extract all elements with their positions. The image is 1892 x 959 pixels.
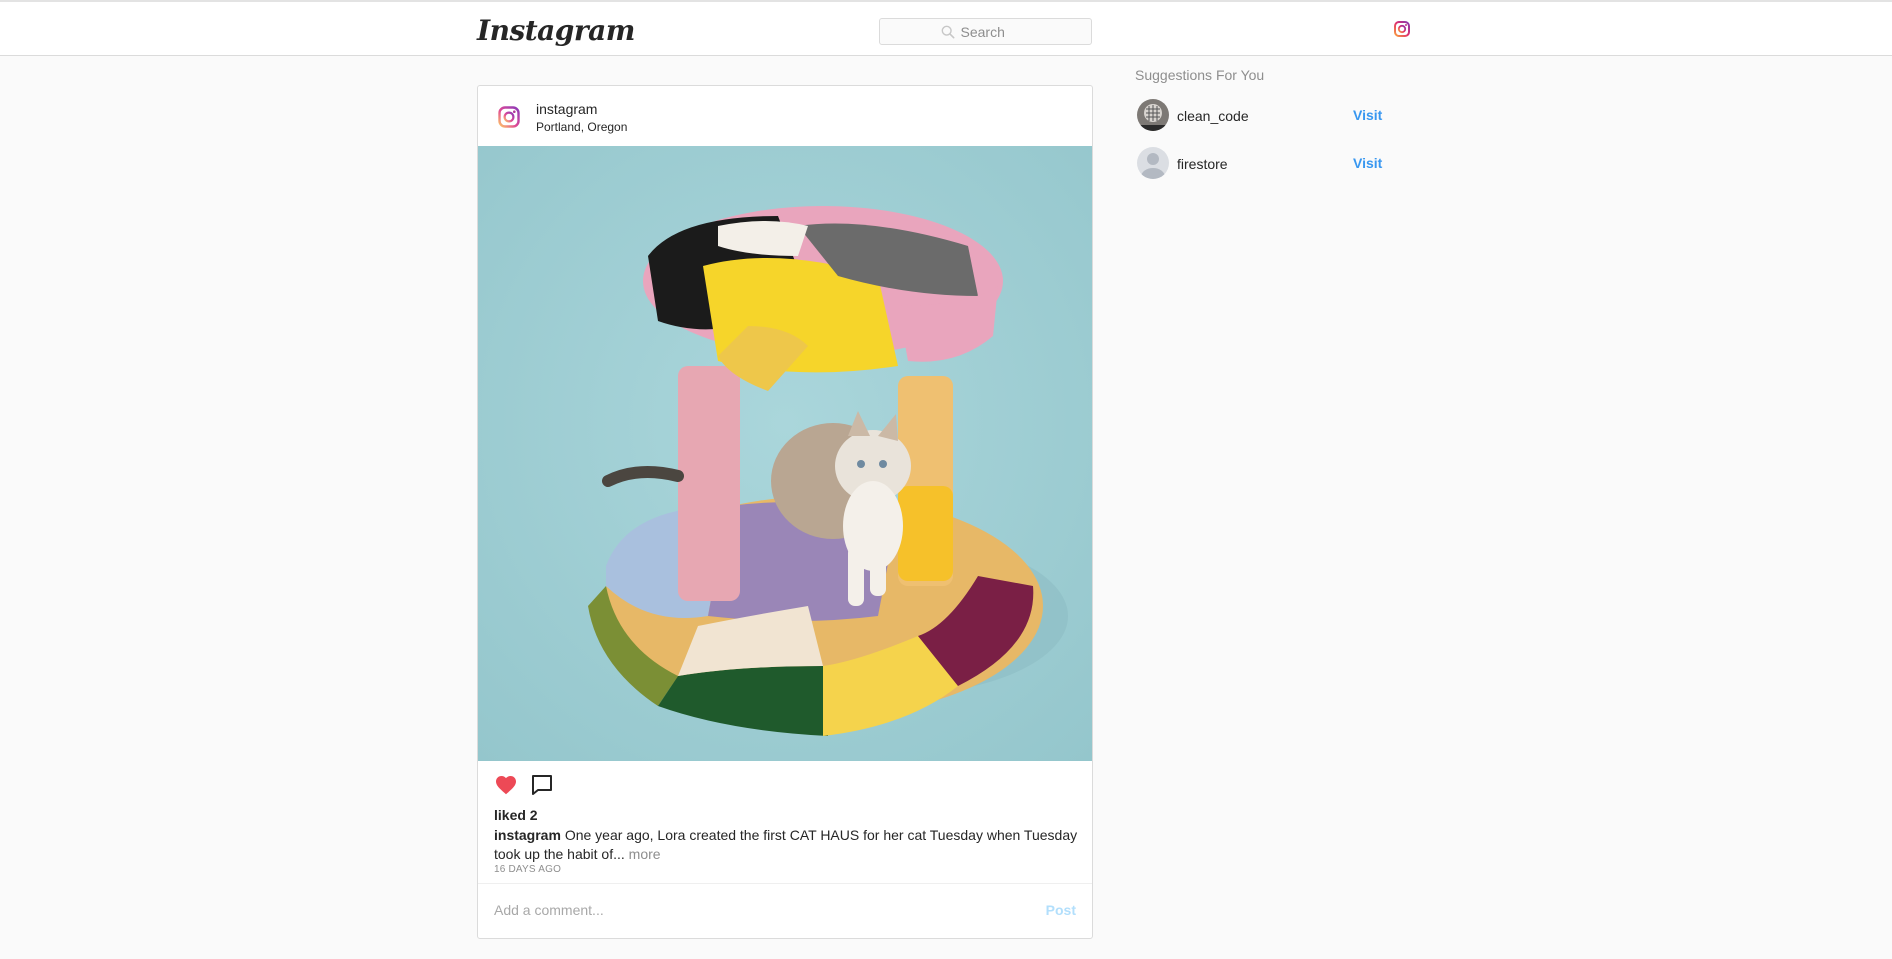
post-timestamp[interactable]: 16 DAYS AGO [494, 864, 561, 875]
suggestion-username[interactable]: firestore [1177, 156, 1228, 172]
post-caption: instagram One year ago, Lora created the… [494, 826, 1084, 864]
post-comment-button[interactable]: Post [1046, 902, 1076, 918]
suggestion-item: firestore Visit [1137, 147, 1382, 181]
instagram-icon[interactable] [498, 106, 520, 128]
avatar[interactable] [1137, 147, 1169, 179]
search-input[interactable] [960, 23, 1031, 40]
more-link[interactable]: more [629, 846, 661, 862]
search-box[interactable] [879, 18, 1092, 45]
cat-haus-photo [478, 146, 1092, 761]
likes-count[interactable]: liked 2 [494, 807, 538, 823]
suggestion-item: clean_code Visit [1137, 99, 1382, 133]
post-username[interactable]: instagram [536, 101, 597, 117]
comment-form: Post [478, 883, 1092, 938]
caption-username[interactable]: instagram [494, 827, 561, 843]
search-icon [941, 25, 954, 38]
visit-button[interactable]: Visit [1353, 155, 1382, 171]
instagram-icon[interactable] [1394, 21, 1410, 37]
suggestions-title: Suggestions For You [1135, 67, 1265, 83]
comment-input[interactable] [494, 902, 1014, 918]
top-navigation-bar: Instagram [0, 0, 1892, 56]
post-actions [494, 773, 554, 797]
post-card: instagram Portland, Oregon liked 2 insta… [477, 85, 1093, 939]
post-image[interactable] [478, 146, 1092, 761]
caption-text: One year ago, Lora created the first CAT… [494, 827, 1078, 862]
heart-icon[interactable] [494, 773, 518, 797]
instagram-logo[interactable]: Instagram [477, 14, 635, 47]
visit-button[interactable]: Visit [1353, 107, 1382, 123]
post-header: instagram Portland, Oregon [478, 86, 1092, 146]
post-location[interactable]: Portland, Oregon [536, 120, 627, 134]
comment-icon[interactable] [530, 773, 554, 797]
suggestion-username[interactable]: clean_code [1177, 108, 1249, 124]
avatar[interactable] [1137, 99, 1169, 131]
